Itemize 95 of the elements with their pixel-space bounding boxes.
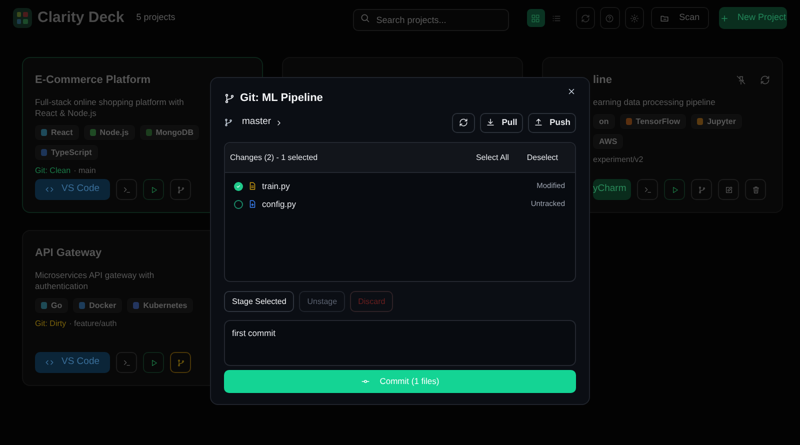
new-project-button[interactable]: New Project (718, 7, 787, 29)
branch-name: experiment/v2 (593, 154, 644, 166)
git-status: Git: Dirty (35, 318, 66, 330)
project-title: line (593, 72, 612, 88)
check-icon (235, 182, 242, 190)
tech-tag: React (35, 125, 79, 140)
edit-icon (724, 186, 732, 194)
project-title: API Gateway (35, 246, 102, 261)
ide-button[interactable]: yCharm (593, 179, 631, 200)
commit-message-field[interactable]: first commit (224, 320, 576, 366)
tech-tag: TypeScript (35, 145, 98, 160)
project-description: Full-stack online shopping platform with React & Node.js (35, 97, 185, 119)
settings-button[interactable] (624, 7, 644, 29)
list-icon (552, 14, 562, 22)
commit-icon (360, 377, 370, 386)
branch-icon (224, 118, 233, 127)
project-description: Microservices API gateway with authentication (35, 270, 156, 292)
changes-heading: Changes (2) - 1 selected (230, 152, 318, 164)
project-description: earning data processing pipeline (593, 97, 716, 108)
action-button[interactable]: Stage Selected (224, 291, 294, 312)
refresh-icon (580, 14, 590, 22)
play-icon (670, 186, 678, 194)
branch-icon (698, 186, 706, 194)
tech-tag: Jupyter (691, 114, 742, 129)
tech-tag: Docker (73, 298, 122, 313)
pin-off-icon (736, 75, 746, 85)
pin-off-button[interactable] (736, 75, 746, 85)
terminal-icon (122, 358, 130, 366)
terminal-button[interactable] (116, 179, 137, 200)
plus-icon (720, 14, 728, 22)
select-all-link[interactable]: Select All (476, 152, 509, 164)
git-button[interactable] (170, 352, 191, 373)
project-title: E-Commerce Platform (35, 72, 151, 88)
refresh-icon (760, 75, 770, 85)
play-button[interactable] (143, 352, 164, 373)
scan-button[interactable]: Scan (651, 7, 709, 29)
settings-icon (630, 14, 639, 22)
search-icon (360, 13, 370, 23)
deselect-link[interactable]: Deselect (526, 152, 558, 164)
tech-tag: TensorFlow (620, 114, 686, 129)
file-checkbox[interactable] (234, 182, 243, 190)
pull-button[interactable]: Pull (480, 112, 523, 132)
project-count: 5 projects (136, 11, 176, 24)
trash-button[interactable] (745, 179, 766, 200)
folder-icon (660, 14, 670, 22)
branch-icon (224, 92, 235, 104)
file-name: config.py (262, 198, 296, 210)
branch-icon (176, 186, 184, 194)
refresh-icon (459, 118, 468, 127)
logo-icon (13, 8, 32, 28)
git-status: Git: Clean (35, 165, 71, 177)
upload-icon (534, 118, 543, 127)
file-plus-icon (248, 199, 257, 209)
ide-button[interactable]: VS Code (35, 179, 110, 200)
close-icon (567, 86, 576, 96)
push-button[interactable]: Push (528, 112, 576, 132)
dialog-title: Git: ML Pipeline (240, 90, 323, 106)
code-icon (45, 185, 54, 194)
tech-tag: MongoDB (140, 125, 200, 140)
grid-icon (531, 14, 540, 22)
branch-selector[interactable]: master (242, 115, 284, 130)
tech-tag: AWS (593, 134, 624, 149)
play-icon (150, 358, 158, 366)
git-button[interactable] (691, 179, 712, 200)
play-button[interactable] (143, 179, 164, 200)
file-name: train.py (262, 180, 290, 192)
code-icon (45, 358, 54, 367)
commit-button[interactable]: Commit (1 files) (224, 370, 576, 393)
branch-name: · main (74, 165, 96, 177)
trash-icon (752, 186, 760, 194)
file-checkbox[interactable] (234, 200, 243, 208)
terminal-button[interactable] (637, 179, 658, 200)
app-title: Clarity Deck (38, 8, 124, 28)
branch-icon (176, 358, 184, 366)
terminal-button[interactable] (116, 352, 137, 373)
play-icon (150, 186, 158, 194)
ide-button[interactable]: VS Code (35, 352, 110, 373)
branch-name: · feature/auth (69, 318, 117, 330)
view-toggle[interactable] (526, 9, 545, 27)
terminal-icon (122, 186, 130, 194)
help-button[interactable] (600, 7, 620, 29)
close-button[interactable] (567, 86, 576, 96)
file-icon (248, 181, 257, 191)
download-icon (486, 118, 495, 127)
help-icon (605, 14, 614, 22)
search-field[interactable]: Search projects... (353, 9, 509, 31)
terminal-icon (644, 186, 652, 194)
edit-button[interactable] (718, 179, 739, 200)
tech-tag: Go (35, 298, 68, 313)
tech-tag: on (593, 114, 615, 129)
tech-tag: Node.js (84, 125, 135, 140)
git-button[interactable] (170, 179, 191, 200)
refresh-button[interactable] (452, 112, 475, 132)
tech-tag: Kubernetes (127, 298, 194, 313)
play-button[interactable] (664, 179, 685, 200)
